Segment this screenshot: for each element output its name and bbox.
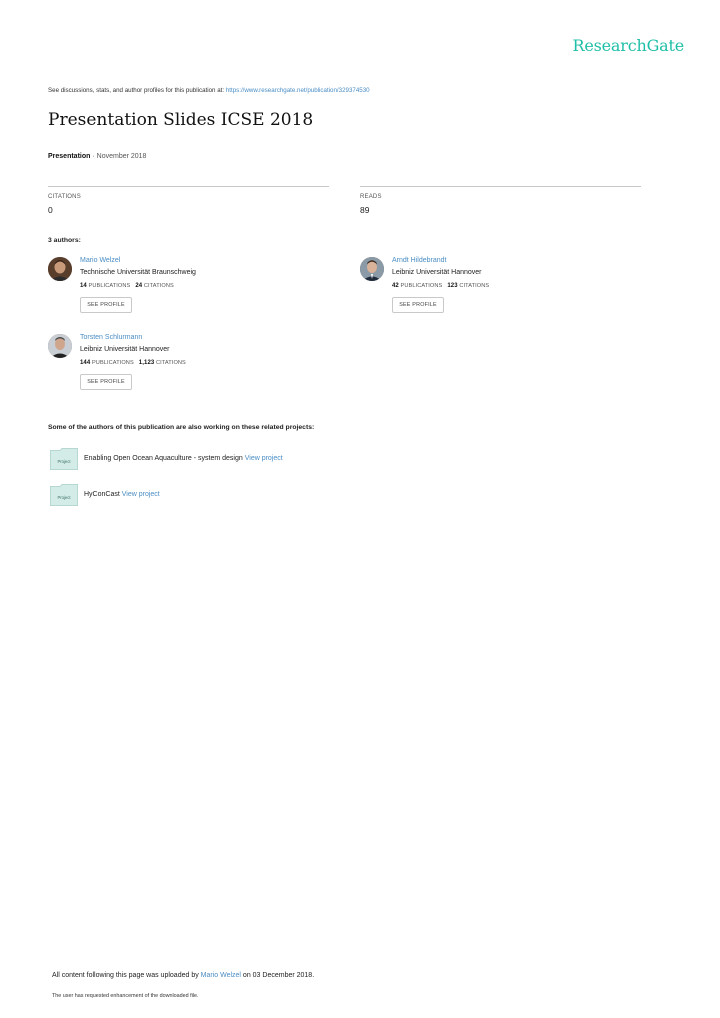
- project-item: Project HyConCast View project: [50, 484, 450, 508]
- source-prefix: See discussions, stats, and author profi…: [48, 87, 226, 94]
- publications-count: 144: [80, 360, 91, 366]
- project-icon-label: Project: [57, 495, 71, 500]
- publication-url-link[interactable]: https://www.researchgate.net/publication…: [226, 87, 370, 94]
- view-project-link[interactable]: View project: [122, 491, 160, 498]
- author-institution: Technische Universität Braunschweig: [80, 269, 196, 276]
- publications-label: PUBLICATIONS: [400, 283, 443, 289]
- researchgate-logo[interactable]: ResearchGate: [573, 36, 685, 55]
- avatar-photo-icon: [360, 257, 384, 281]
- see-profile-button[interactable]: SEE PROFILE: [80, 297, 132, 313]
- project-name: HyConCast: [84, 491, 120, 498]
- citations-count: 123: [447, 283, 458, 289]
- author-avatar[interactable]: [48, 334, 72, 358]
- author-institution: Leibniz Universität Hannover: [80, 346, 170, 353]
- avatar-photo-icon: [48, 334, 72, 358]
- citations-label: CITATIONS: [155, 360, 186, 366]
- enhancement-note: The user has requested enhancement of th…: [52, 993, 199, 999]
- citations-label: CITATIONS: [459, 283, 490, 289]
- citations-count: 24: [135, 283, 143, 289]
- publications-count: 14: [80, 283, 87, 289]
- author-institution: Leibniz Universität Hannover: [392, 269, 482, 276]
- author-name-link[interactable]: Torsten Schlurmann: [80, 334, 142, 341]
- reads-label: READS: [360, 194, 382, 200]
- project-folder-icon: Project: [50, 484, 78, 506]
- publication-meta: Presentation · November 2018: [48, 153, 146, 160]
- project-icon-label: Project: [57, 459, 71, 464]
- citations-divider: [48, 186, 329, 187]
- citations-count: 1,123: [138, 360, 155, 366]
- author-stats: 144 PUBLICATIONS 1,123 CITATIONS: [80, 360, 186, 366]
- publication-date: November 2018: [96, 153, 147, 160]
- project-name: Enabling Open Ocean Aquaculture - system…: [84, 455, 243, 462]
- author-stats: 42 PUBLICATIONS 123 CITATIONS: [392, 283, 489, 289]
- project-text: Enabling Open Ocean Aquaculture - system…: [84, 455, 283, 462]
- publication-title: Presentation Slides ICSE 2018: [48, 110, 314, 130]
- author-card: Arndt Hildebrandt Leibniz Universität Ha…: [360, 257, 640, 317]
- reads-divider: [360, 186, 641, 187]
- author-card: Torsten Schlurmann Leibniz Universität H…: [48, 334, 328, 394]
- see-profile-button[interactable]: SEE PROFILE: [80, 374, 132, 390]
- author-avatar[interactable]: [360, 257, 384, 281]
- see-profile-button[interactable]: SEE PROFILE: [392, 297, 444, 313]
- authors-heading: 3 authors:: [48, 237, 81, 244]
- uploader-link[interactable]: Mario Welzel: [201, 972, 241, 979]
- view-project-link[interactable]: View project: [245, 455, 283, 462]
- author-avatar[interactable]: [48, 257, 72, 281]
- source-line: See discussions, stats, and author profi…: [48, 87, 370, 94]
- publications-count: 42: [392, 283, 399, 289]
- publications-label: PUBLICATIONS: [91, 360, 134, 366]
- reads-value: 89: [360, 205, 370, 215]
- citations-label: CITATIONS: [48, 194, 81, 200]
- avatar-photo-icon: [48, 257, 72, 281]
- project-folder-icon: Project: [50, 448, 78, 470]
- related-projects-heading: Some of the authors of this publication …: [48, 424, 315, 431]
- author-name-link[interactable]: Arndt Hildebrandt: [392, 257, 446, 264]
- project-item: Project Enabling Open Ocean Aquaculture …: [50, 448, 450, 472]
- publications-label: PUBLICATIONS: [88, 283, 131, 289]
- citations-value: 0: [48, 205, 53, 215]
- upload-suffix: on 03 December 2018.: [240, 972, 315, 979]
- upload-prefix: All content following this page was uplo…: [52, 972, 201, 979]
- publication-type: Presentation: [48, 153, 91, 160]
- project-text: HyConCast View project: [84, 491, 160, 498]
- author-card: Mario Welzel Technische Universität Brau…: [48, 257, 328, 317]
- author-name-link[interactable]: Mario Welzel: [80, 257, 120, 264]
- citations-label: CITATIONS: [143, 283, 174, 289]
- upload-note: All content following this page was uplo…: [52, 972, 314, 979]
- author-stats: 14 PUBLICATIONS 24 CITATIONS: [80, 283, 174, 289]
